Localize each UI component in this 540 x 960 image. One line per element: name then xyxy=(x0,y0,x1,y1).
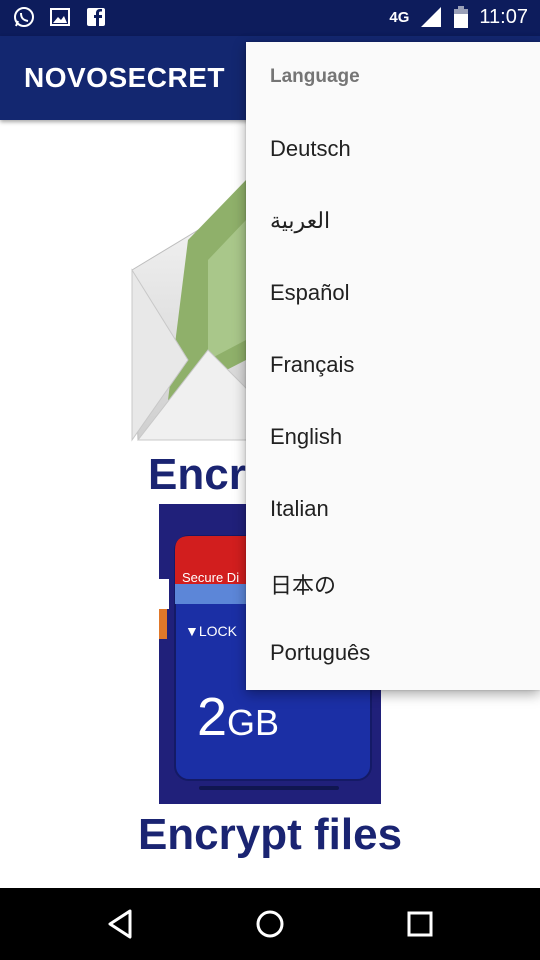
menu-item-espanol[interactable]: Español xyxy=(246,258,540,330)
menu-item-label: English xyxy=(270,424,343,449)
status-bar: 4G 11:07 xyxy=(0,0,540,36)
facebook-icon xyxy=(87,8,105,26)
sd-lock-text: ▼LOCK xyxy=(185,623,237,639)
menu-item-arabic[interactable]: العربية xyxy=(246,186,540,258)
whatsapp-icon xyxy=(14,7,34,27)
menu-item-portugues[interactable]: Português xyxy=(246,618,540,690)
sd-brand-text: Secure Di xyxy=(182,570,240,585)
navigation-bar xyxy=(0,888,540,960)
menu-item-italian[interactable]: Italian xyxy=(246,474,540,546)
menu-item-japanese[interactable]: 日本の xyxy=(246,546,540,618)
menu-item-english[interactable]: English xyxy=(246,402,540,474)
language-menu: Language Deutsch العربية Español Françai… xyxy=(246,42,540,690)
menu-item-label: العربية xyxy=(270,208,331,233)
network-type: 4G xyxy=(389,8,410,26)
battery-icon xyxy=(454,6,469,28)
clock: 11:07 xyxy=(479,5,528,28)
menu-item-francais[interactable]: Français xyxy=(246,330,540,402)
menu-item-label: Italian xyxy=(270,496,329,521)
menu-item-deutsch[interactable]: Deutsch xyxy=(246,114,540,186)
menu-item-label: Español xyxy=(270,280,350,305)
menu-item-label: Deutsch xyxy=(270,136,351,161)
menu-item-label: Português xyxy=(270,640,371,665)
sd-capacity-unit: GB xyxy=(227,702,280,743)
app-title: NOVOSECRET xyxy=(24,62,226,93)
signal-icon xyxy=(421,7,442,27)
image-icon xyxy=(50,8,70,26)
sd-capacity-number: 2 xyxy=(197,687,228,747)
back-icon[interactable] xyxy=(102,906,138,942)
recents-icon[interactable] xyxy=(402,906,438,942)
menu-header: Language xyxy=(270,66,360,87)
sd-capacity: 2GB xyxy=(197,686,279,748)
menu-item-label: Français xyxy=(270,352,355,377)
menu-item-label: 日本の xyxy=(270,573,337,598)
home-icon[interactable] xyxy=(252,906,288,942)
encrypt-files-label: Encrypt files xyxy=(137,810,403,859)
